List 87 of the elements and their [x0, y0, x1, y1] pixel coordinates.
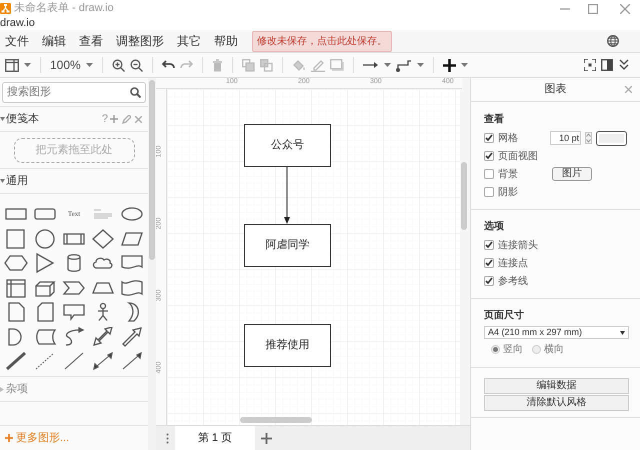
checkbox-label: 连接点 — [498, 256, 529, 270]
arrow-right-icon[interactable] — [362, 61, 379, 69]
paper-size-dropdown[interactable]: A4 (210 mm x 297 mm) — [484, 326, 629, 339]
checkbox[interactable] — [484, 258, 494, 268]
checkbox[interactable] — [484, 169, 494, 179]
menu-item[interactable]: 查看 — [79, 32, 103, 50]
checkbox-label: 页面视图 — [498, 150, 539, 164]
caret-icon[interactable] — [416, 63, 424, 67]
unsave-notice[interactable]: 修改未保存，点击此处保存。 — [252, 30, 392, 52]
checkbox[interactable] — [484, 151, 494, 161]
double-arrow-shape-icon[interactable] — [90, 351, 115, 372]
panel-title: 图表 — [544, 82, 566, 98]
panel-button[interactable]: 编辑数据 — [484, 378, 629, 394]
radio-label: 横向 — [544, 342, 564, 356]
close-icon[interactable] — [620, 4, 630, 14]
panel-button[interactable]: 清除默认风格 — [484, 395, 629, 411]
globe-icon[interactable] — [607, 35, 619, 47]
checkbox[interactable] — [484, 133, 494, 143]
scrollbar-thumb[interactable] — [461, 162, 467, 230]
section-heading: 选项 — [484, 220, 505, 234]
app-label: draw.io — [0, 18, 35, 29]
checkbox-label: 网格 — [498, 132, 519, 146]
spinner-icon[interactable] — [585, 132, 592, 144]
grid-color-swatch[interactable] — [596, 130, 628, 146]
diagram-node[interactable]: 公众号 — [244, 124, 331, 167]
checkbox[interactable] — [484, 276, 494, 286]
zoom-out-icon[interactable] — [130, 58, 143, 72]
radio-button[interactable] — [491, 344, 500, 354]
block-arrow-shape-icon[interactable] — [120, 326, 144, 347]
checkbox-label: 连接箭头 — [498, 238, 539, 252]
circle-shape-icon[interactable] — [33, 228, 58, 249]
waypoint-icon[interactable] — [396, 58, 412, 72]
scrollbar-thumb[interactable] — [149, 80, 155, 260]
panel-layout-icon[interactable] — [5, 58, 19, 72]
menu-item[interactable]: 文件 — [5, 32, 29, 50]
checkbox-label: 背景 — [498, 168, 519, 182]
scrollbar-thumb[interactable] — [240, 417, 312, 423]
menu-item[interactable]: 调整图形 — [116, 32, 164, 50]
radio-label: 竖向 — [503, 342, 523, 356]
caret-icon[interactable] — [86, 63, 93, 67]
section-title[interactable]: 便笺本 — [6, 110, 39, 128]
diagram-node[interactable]: 阿虐同学 — [244, 224, 331, 267]
checkbox-label: 阴影 — [498, 186, 519, 200]
diagram-node[interactable]: 推荐使用 — [244, 324, 331, 367]
tape-shape-icon[interactable] — [120, 278, 144, 298]
hexagon-shape-icon[interactable] — [4, 253, 28, 274]
section-heading: 页面尺寸 — [484, 308, 525, 323]
plus-icon[interactable] — [442, 58, 456, 72]
section-heading: 查看 — [484, 112, 505, 127]
checkbox[interactable] — [484, 187, 494, 197]
dropdown-arrow-icon[interactable] — [620, 330, 625, 334]
checkbox[interactable] — [484, 240, 494, 250]
caret-icon[interactable] — [460, 63, 468, 67]
maximize-icon[interactable] — [588, 4, 598, 14]
zoom-in-icon[interactable] — [112, 58, 125, 72]
caret-icon[interactable] — [24, 63, 31, 67]
checkbox-label: 参考线 — [498, 274, 529, 288]
double-block-arrow-shape-icon[interactable] — [90, 326, 115, 347]
fullscreen-icon[interactable] — [584, 59, 596, 71]
add-page-icon[interactable] — [261, 432, 272, 444]
menu-item[interactable]: 其它 — [177, 32, 201, 50]
image-button[interactable]: 图片 — [552, 167, 592, 181]
search-input[interactable]: 搜索图形 — [7, 84, 130, 100]
collapse-icon[interactable] — [618, 59, 630, 71]
grid-size-field[interactable]: 10 pt — [550, 131, 582, 145]
more-menu-icon[interactable] — [166, 432, 169, 444]
search-field[interactable]: 搜索图形 — [2, 82, 146, 102]
zoom-level[interactable]: 100% — [50, 56, 81, 74]
datastore-shape-icon[interactable] — [33, 326, 58, 347]
drop-zone: 把元素拖至此处 — [14, 138, 134, 162]
callout-shape-icon[interactable] — [62, 302, 86, 322]
search-icon[interactable] — [130, 86, 141, 98]
connector-arrow[interactable] — [283, 167, 291, 224]
menu-item[interactable]: 编辑 — [42, 32, 66, 50]
menu-item[interactable]: 帮助 — [214, 32, 238, 50]
dropdown-value: A4 (210 mm x 297 mm) — [488, 326, 584, 339]
radio-button[interactable] — [532, 344, 541, 354]
section-title[interactable]: 通用 — [6, 172, 28, 190]
window-title: 未命名表单 - draw.io — [14, 1, 114, 16]
diamond-shape-icon[interactable] — [90, 228, 115, 249]
app-logo-icon — [0, 3, 11, 14]
storage-shape-icon[interactable] — [4, 278, 28, 298]
page-tab[interactable]: 第 1 页 — [175, 426, 255, 450]
undo-icon[interactable] — [162, 60, 175, 70]
caret-icon[interactable] — [384, 63, 391, 67]
format-panel-icon[interactable] — [601, 59, 613, 71]
thick-line-shape-icon[interactable] — [4, 351, 28, 372]
